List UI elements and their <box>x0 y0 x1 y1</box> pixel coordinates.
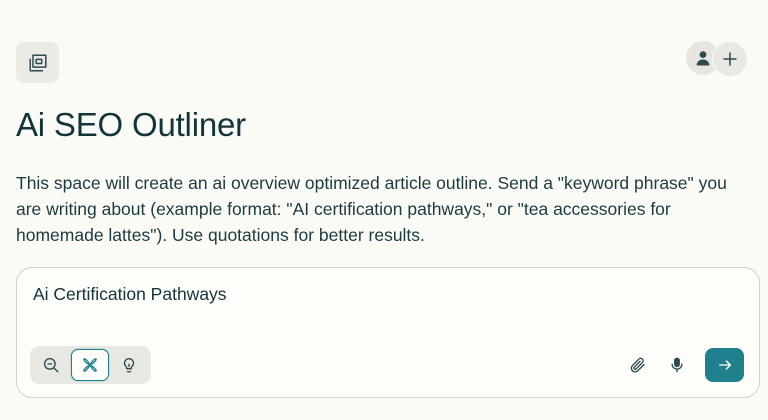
attach-button[interactable] <box>623 350 653 380</box>
query-composer <box>16 267 760 398</box>
mode-labs-button[interactable] <box>110 349 148 381</box>
lightbulb-icon <box>123 358 135 373</box>
space-icon <box>28 53 47 72</box>
paperclip-icon <box>630 357 645 373</box>
arrow-right-icon <box>718 360 731 370</box>
microphone-icon <box>671 357 683 373</box>
header-actions <box>686 41 750 77</box>
space-description: This space will create an ai overview op… <box>16 173 727 245</box>
plus-icon <box>723 52 737 66</box>
page-title: Ai SEO Outliner <box>16 106 246 143</box>
space-page: Ai SEO Outliner This space will create a… <box>0 0 768 420</box>
mode-selector <box>30 346 151 384</box>
space-icon-button[interactable] <box>16 42 59 83</box>
mode-research-button[interactable] <box>71 349 109 381</box>
microphone-button[interactable] <box>662 350 692 380</box>
add-button[interactable] <box>712 41 748 77</box>
mode-search-button[interactable] <box>32 349 70 381</box>
submit-button[interactable] <box>705 348 744 382</box>
research-icon <box>83 358 97 372</box>
query-input[interactable] <box>33 284 733 305</box>
user-icon <box>696 51 710 66</box>
search-icon <box>43 357 59 373</box>
